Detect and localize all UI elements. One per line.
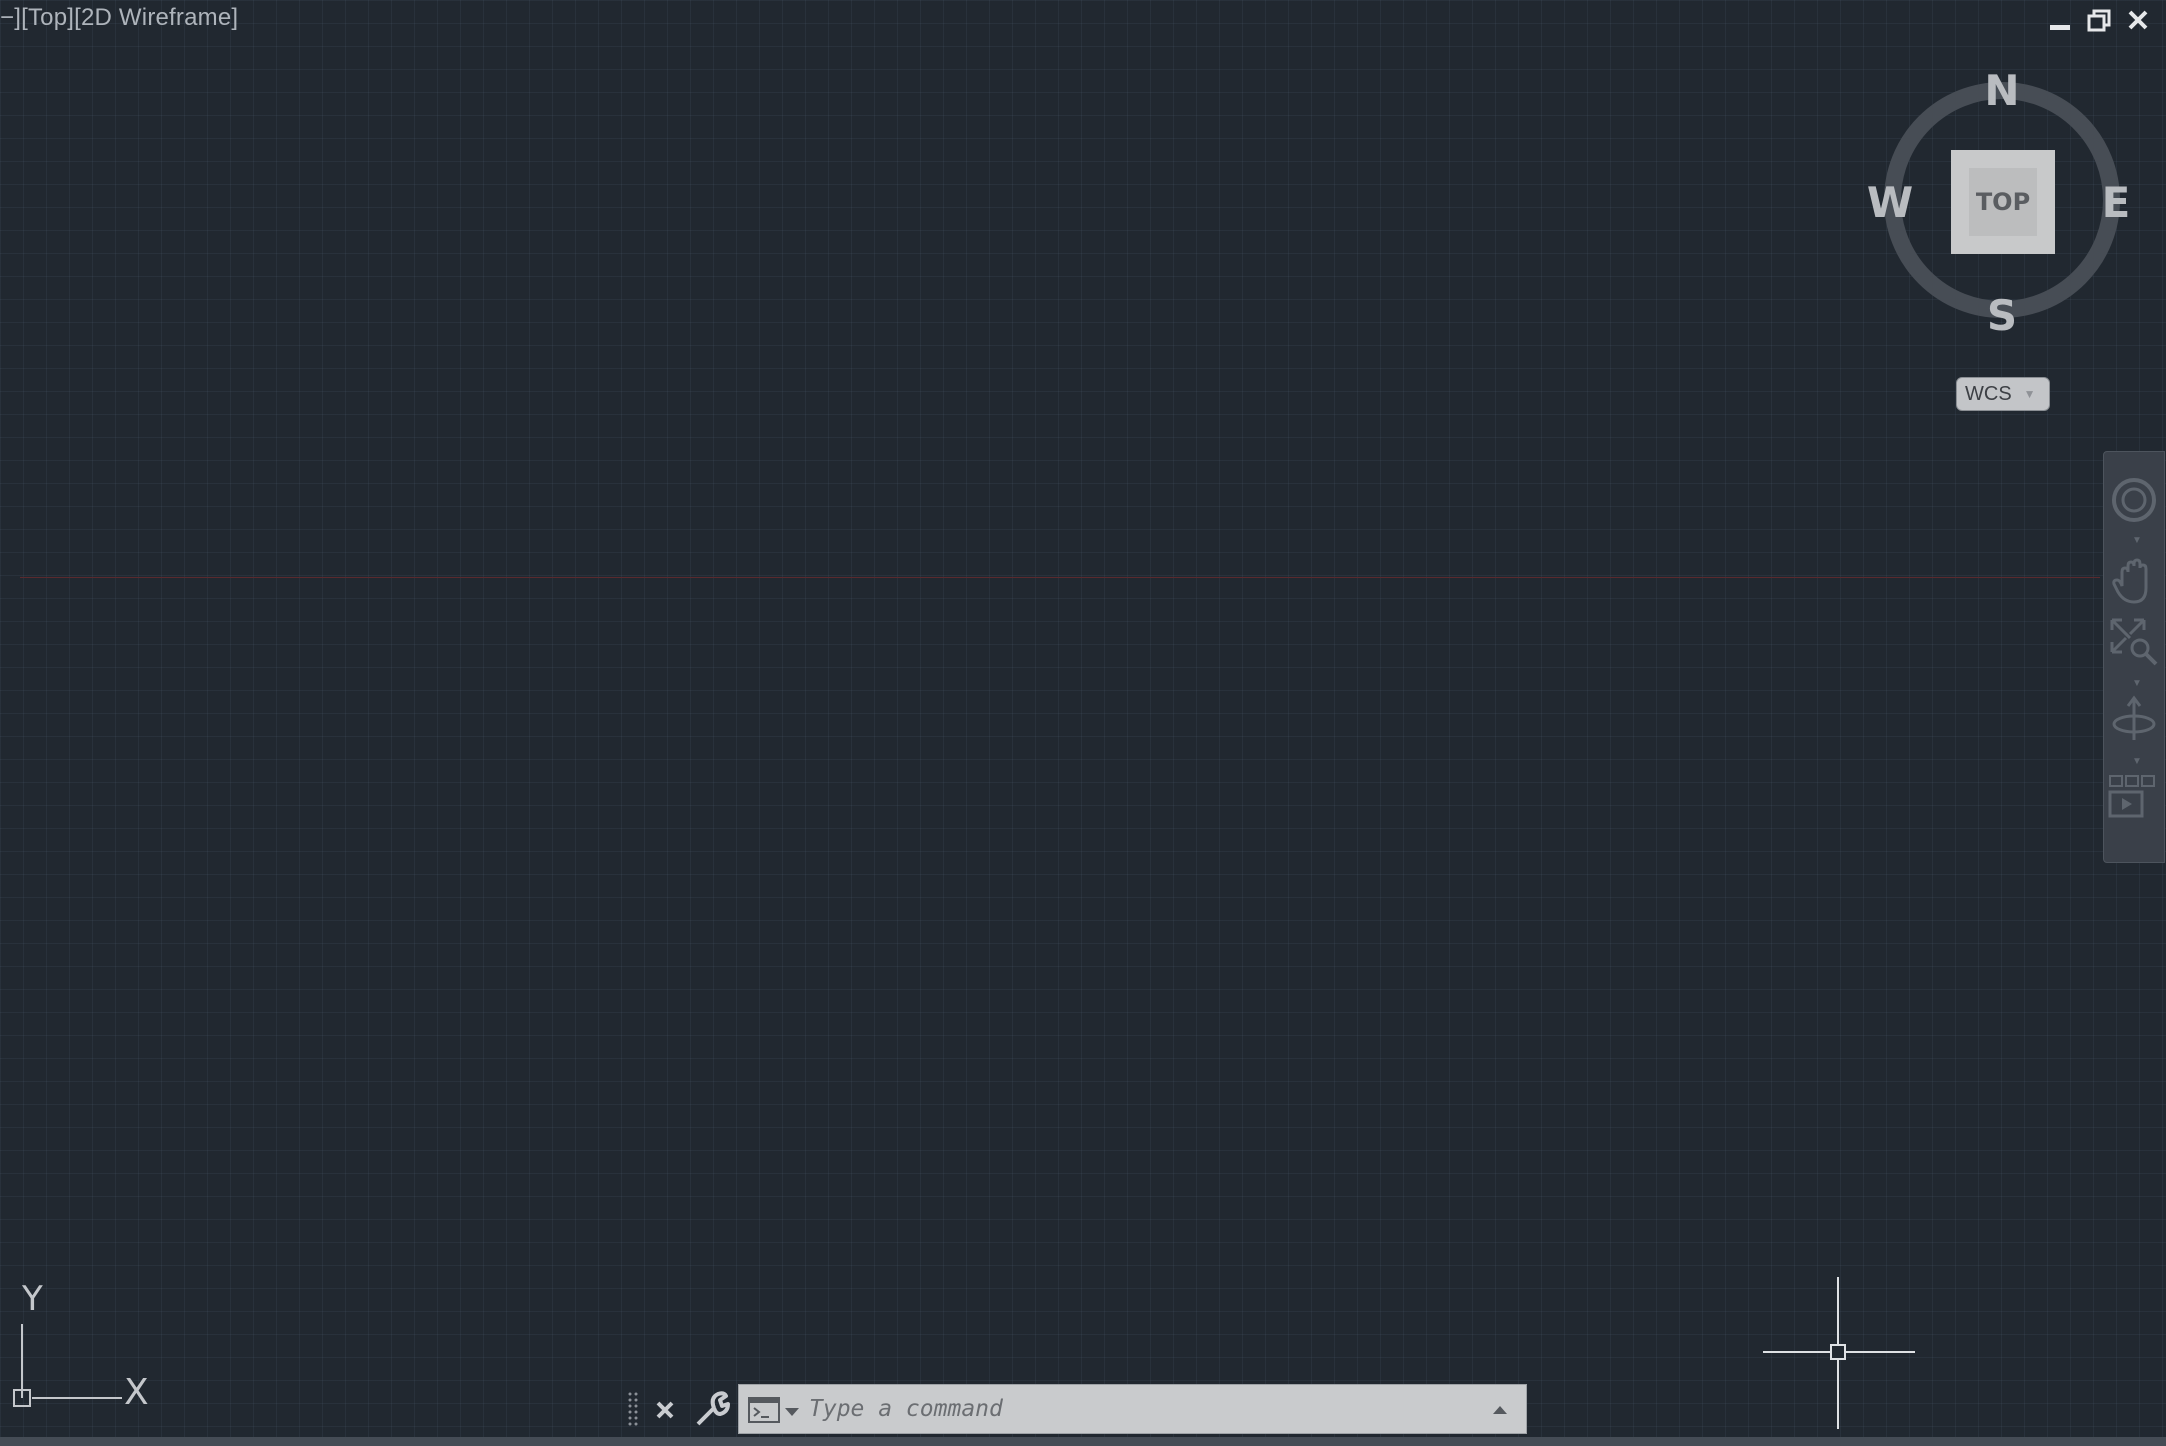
zoom-extents-icon bbox=[2110, 618, 2158, 666]
crosshair-cursor bbox=[1763, 1277, 1915, 1429]
command-line-grip[interactable] bbox=[627, 1390, 639, 1430]
orbit-icon bbox=[2112, 695, 2156, 740]
ucs-menu-label: WCS bbox=[1965, 382, 2012, 405]
recent-commands-button[interactable] bbox=[747, 1395, 803, 1425]
viewcube-top-face[interactable]: TOP bbox=[1951, 150, 2055, 254]
wrench-icon bbox=[696, 1391, 730, 1426]
ucs-y-label: Y bbox=[21, 1279, 43, 1319]
customize-button[interactable] bbox=[692, 1388, 730, 1430]
chevron-down-icon[interactable]: ▼ bbox=[2132, 535, 2142, 546]
ucs-icon: Y X bbox=[13, 1279, 149, 1412]
pan-tool[interactable] bbox=[2108, 556, 2160, 608]
steering-wheel-tool[interactable] bbox=[2108, 474, 2160, 526]
ucs-x-label: X bbox=[124, 1372, 149, 1412]
command-line-bar bbox=[738, 1384, 1527, 1434]
compass-west[interactable]: W bbox=[1860, 180, 1920, 226]
bottom-border bbox=[0, 1437, 2166, 1446]
close-icon bbox=[656, 1401, 674, 1419]
pan-hand-icon bbox=[2112, 558, 2148, 604]
steering-wheel-icon bbox=[2112, 478, 2156, 522]
viewport-controls-label[interactable]: −][Top][2D Wireframe] bbox=[0, 4, 238, 32]
restore-button[interactable] bbox=[2083, 6, 2115, 36]
zoom-extents-tool[interactable] bbox=[2108, 616, 2160, 668]
chevron-up-icon bbox=[1493, 1406, 1507, 1414]
minimize-icon bbox=[2050, 25, 2070, 30]
viewcube-face-label: TOP bbox=[1969, 168, 2037, 236]
ucs-menu-button[interactable]: WCS ▼ bbox=[1956, 377, 2050, 411]
minimize-button[interactable] bbox=[2044, 6, 2076, 36]
showmotion-tool[interactable] bbox=[2108, 772, 2160, 824]
orbit-tool[interactable] bbox=[2108, 694, 2160, 746]
x-axis-line bbox=[20, 577, 2100, 578]
chevron-down-icon[interactable]: ▼ bbox=[2132, 756, 2142, 767]
compass-north[interactable]: N bbox=[1972, 68, 2032, 114]
close-icon bbox=[2128, 10, 2148, 30]
chevron-down-icon: ▼ bbox=[2023, 387, 2036, 401]
compass-south[interactable]: S bbox=[1972, 293, 2032, 339]
restore-icon bbox=[2087, 9, 2111, 32]
chevron-down-icon[interactable]: ▼ bbox=[2132, 678, 2142, 689]
command-prompt-icon bbox=[748, 1397, 799, 1423]
close-viewport-button[interactable] bbox=[2122, 6, 2154, 36]
navigation-bar: ▼ ▼ ▼ bbox=[2103, 451, 2165, 863]
command-line-close-button[interactable] bbox=[650, 1390, 680, 1430]
command-input[interactable] bbox=[809, 1391, 1449, 1427]
command-history-button[interactable] bbox=[1489, 1399, 1511, 1419]
compass-east[interactable]: E bbox=[2086, 180, 2146, 226]
showmotion-icon bbox=[2108, 775, 2155, 818]
